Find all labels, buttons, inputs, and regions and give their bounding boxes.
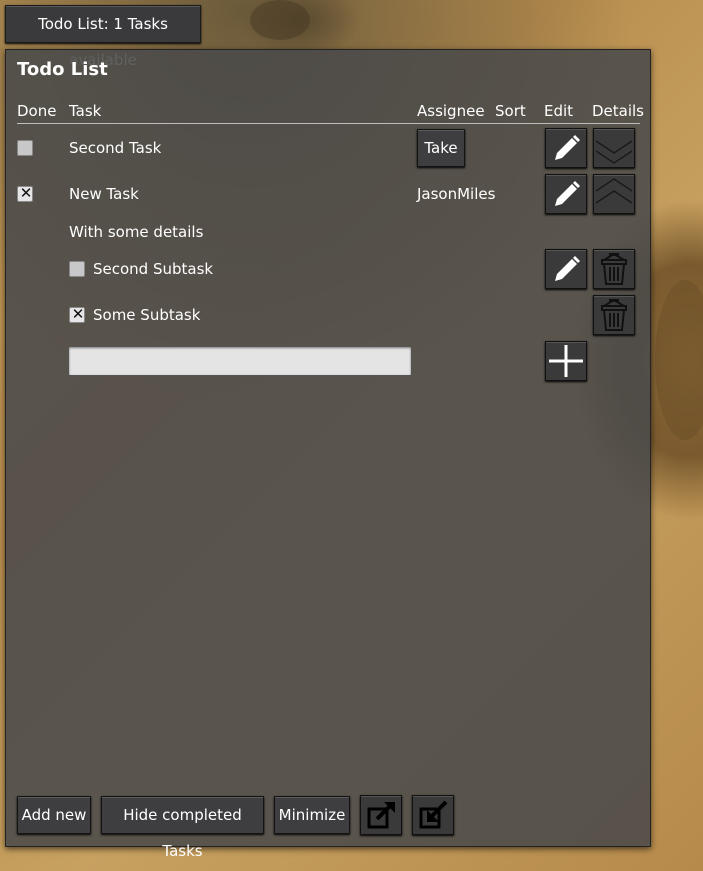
minimize-button[interactable]: Minimize xyxy=(274,796,350,834)
task-title: New Task xyxy=(69,185,139,203)
collapse-details-button[interactable] xyxy=(593,174,635,214)
export-button[interactable] xyxy=(360,795,402,835)
check-mark-icon: ✕ xyxy=(19,184,33,202)
header-sort: Sort xyxy=(495,102,526,120)
task-description: With some details xyxy=(69,223,204,241)
subtask-title: Second Subtask xyxy=(93,260,214,278)
plus-icon xyxy=(549,345,583,377)
header-edit: Edit xyxy=(544,102,574,120)
header-divider xyxy=(17,123,640,124)
task-done-checkbox[interactable] xyxy=(17,140,33,156)
todo-panel: Todo List Done Task Assignee Sort Edit D… xyxy=(5,49,651,860)
add-subtask-button[interactable] xyxy=(545,341,587,381)
expand-details-button[interactable] xyxy=(593,128,635,168)
check-mark-icon: ✕ xyxy=(71,305,85,323)
new-subtask-input[interactable] xyxy=(68,346,412,376)
import-icon xyxy=(419,800,448,829)
task-title: Second Task xyxy=(69,139,162,157)
import-button[interactable] xyxy=(412,795,454,835)
edit-button[interactable] xyxy=(545,174,587,214)
trash-icon xyxy=(601,298,627,331)
header-done: Done xyxy=(17,102,57,120)
chevron-down-icon xyxy=(595,140,633,164)
trash-icon xyxy=(601,252,627,285)
ground-decoration xyxy=(250,0,310,40)
hide-completed-button[interactable]: Hide completed Tasks xyxy=(101,796,264,860)
ground-decoration xyxy=(655,280,703,440)
edit-subtask-button[interactable] xyxy=(545,249,587,289)
export-icon xyxy=(367,802,395,829)
chevron-up-icon xyxy=(595,178,633,204)
subtask-done-checkbox[interactable] xyxy=(69,261,85,277)
edit-button[interactable] xyxy=(545,128,587,168)
pencil-icon xyxy=(555,256,580,281)
subtask-done-checkbox[interactable]: ✕ xyxy=(69,305,85,323)
panel-title: Todo List xyxy=(17,59,108,80)
take-button[interactable]: Take xyxy=(417,129,465,167)
todo-toggle-button[interactable]: Todo List: 1 Tasks available xyxy=(5,5,201,69)
add-new-button[interactable]: Add new xyxy=(17,796,91,834)
delete-subtask-button[interactable] xyxy=(593,295,635,335)
header-details: Details xyxy=(592,102,645,120)
task-assignee: JasonMiles xyxy=(417,185,496,203)
delete-subtask-button[interactable] xyxy=(593,249,635,289)
pencil-icon xyxy=(555,181,580,206)
header-assignee: Assignee xyxy=(417,102,485,120)
header-task: Task xyxy=(69,102,102,120)
subtask-title: Some Subtask xyxy=(93,306,201,324)
task-done-checkbox[interactable]: ✕ xyxy=(17,184,33,202)
pencil-icon xyxy=(555,135,580,160)
